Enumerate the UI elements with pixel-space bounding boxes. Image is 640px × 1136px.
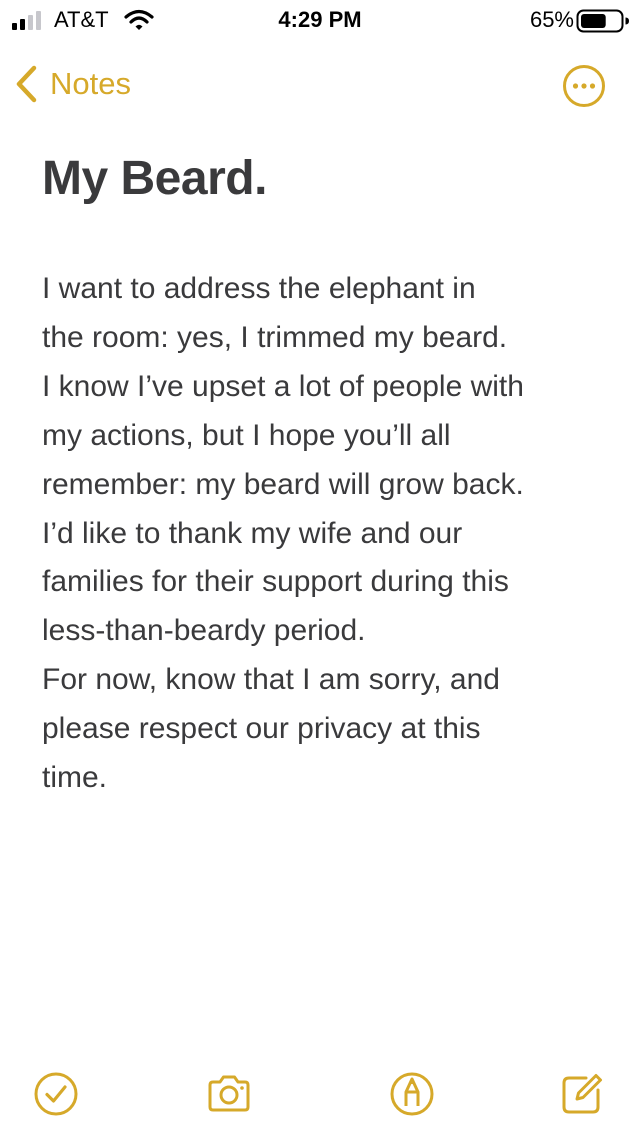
note-line: remember: my beard will grow back. xyxy=(42,467,524,501)
note-line: my actions, but I hope you’ll all xyxy=(42,418,451,452)
camera-icon[interactable] xyxy=(205,1070,253,1118)
note-line: I’d like to thank my wife and our xyxy=(42,516,463,550)
note-line: I want to address the elephant in xyxy=(42,272,476,305)
ellipsis-circle-icon xyxy=(563,65,605,107)
bottom-toolbar xyxy=(0,1062,640,1126)
note-line: less-than-beardy period. xyxy=(42,614,366,648)
note-body[interactable]: I want to address the elephant in the ro… xyxy=(42,265,622,803)
note-line: For now, know that I am sorry, and xyxy=(42,663,500,697)
compose-icon[interactable] xyxy=(558,1070,606,1118)
battery-icon xyxy=(576,9,629,33)
status-bar: AT&T 4:29 PM 65% xyxy=(0,0,640,40)
back-button[interactable]: Notes xyxy=(14,62,131,106)
chevron-left-icon xyxy=(16,65,37,103)
note-line: families for their support during this xyxy=(42,565,509,599)
checklist-icon[interactable] xyxy=(32,1070,80,1118)
note-line: time. xyxy=(42,761,108,795)
battery-percent: 65% xyxy=(529,7,574,32)
back-button-label: Notes xyxy=(50,66,131,101)
note-line: the room: yes, I trimmed my beard. xyxy=(42,320,508,354)
more-options-button[interactable] xyxy=(562,64,606,108)
markup-icon[interactable] xyxy=(388,1070,436,1118)
note-line: please respect our privacy at this xyxy=(42,712,481,746)
note-line: I know I’ve upset a lot of people with xyxy=(42,369,524,403)
note-title[interactable]: My Beard. xyxy=(42,146,267,212)
